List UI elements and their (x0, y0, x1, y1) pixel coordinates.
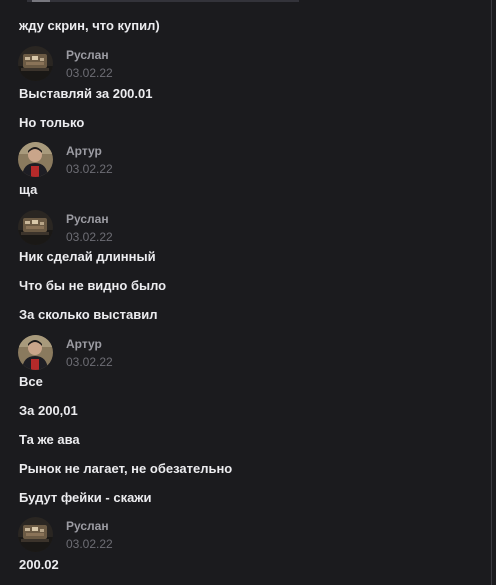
message-header-ruslan: Руслан 03.02.22 (18, 210, 318, 246)
message-timestamp: 03.02.22 (66, 537, 113, 551)
message-timestamp: 03.02.22 (66, 355, 113, 369)
ruslan-avatar-icon (18, 210, 53, 245)
avatar-ruslan[interactable] (18, 517, 53, 552)
message-header-ruslan: Руслан 03.02.22 (18, 517, 318, 553)
message-header-artur: Артур 03.02.22 (18, 142, 318, 178)
message-timestamp: 03.02.22 (66, 162, 113, 176)
message-text: Выставляй за 200.01 (19, 86, 153, 101)
avatar-artur[interactable] (18, 335, 53, 370)
author-name[interactable]: Руслан (66, 519, 109, 533)
artur-avatar-icon (18, 335, 53, 370)
message-header-artur: Артур 03.02.22 (18, 335, 318, 371)
message-text: жду скрин, что купил) (19, 18, 160, 33)
ruslan-avatar-icon (18, 517, 53, 552)
avatar-ruslan[interactable] (18, 46, 53, 81)
avatar-artur[interactable] (18, 142, 53, 177)
message-text: Будут фейки - скажи (19, 490, 152, 505)
message-text: Рынок не лагает, не обезательно (19, 461, 233, 476)
message-timestamp: 03.02.22 (66, 230, 113, 244)
author-name[interactable]: Руслан (66, 212, 109, 226)
message-timestamp: 03.02.22 (66, 66, 113, 80)
message-text: Но только (19, 115, 85, 130)
author-name[interactable]: Руслан (66, 48, 109, 62)
message-text: 200.02 (19, 557, 59, 572)
avatar-ruslan[interactable] (18, 210, 53, 245)
message-text: Та же ава (19, 432, 80, 447)
top-scroll-indicator (32, 0, 50, 2)
author-name[interactable]: Артур (66, 337, 102, 351)
top-divider (27, 0, 299, 2)
ruslan-avatar-icon (18, 46, 53, 81)
message-text: Ник сделай длинный (19, 249, 156, 264)
message-text: Все (19, 374, 43, 389)
message-text: ща (19, 182, 38, 197)
message-header-ruslan: Руслан 03.02.22 (18, 46, 318, 82)
author-name[interactable]: Артур (66, 144, 102, 158)
message-text: За сколько выставил (19, 307, 158, 322)
message-text: Что бы не видно было (19, 278, 167, 293)
artur-avatar-icon (18, 142, 53, 177)
scrollbar-track[interactable] (491, 0, 492, 585)
message-text: За 200,01 (19, 403, 78, 418)
